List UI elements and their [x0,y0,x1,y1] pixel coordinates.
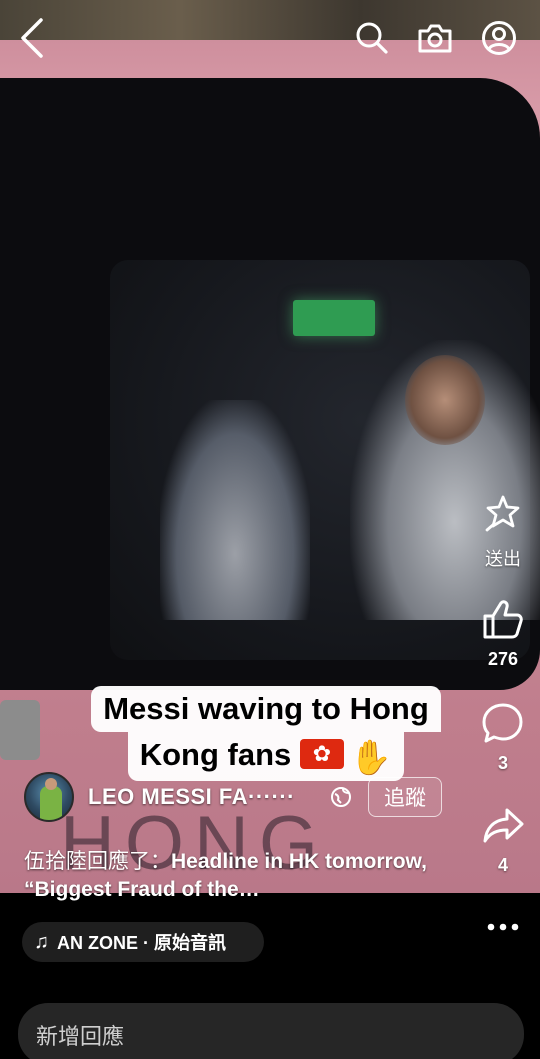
audio-track-pill[interactable]: ♫ AN ZONE · 原始音訊 [22,922,264,962]
send-action[interactable]: 送出 [476,494,530,571]
search-icon [356,22,388,54]
globe-icon [331,787,351,807]
passenger-face [405,355,485,445]
camera-icon [418,24,452,53]
forward-action[interactable]: 4 [476,806,530,876]
send-label: 送出 [485,549,521,569]
hong-kong-flag-icon [299,739,344,769]
comment-action[interactable]: 3 [476,702,530,774]
comment-input[interactable]: 新增回應 [18,1003,524,1059]
profile-button[interactable] [479,18,519,58]
video-top-strip [0,0,540,40]
comment-count: 3 [497,753,508,773]
caption-line-1: Messi waving to Hong [91,686,441,732]
like-count: 276 [487,649,519,669]
avatar-head [45,778,57,790]
back-arrow-icon [21,18,43,58]
caption-line-2: Kong fans [139,737,292,772]
exit-sign [293,300,375,336]
music-note-icon: ♫ [34,930,49,953]
back-button[interactable] [12,18,52,58]
comment-bubble-icon [482,703,523,743]
avatar-figure [40,786,62,820]
sparkle-share-icon [485,495,520,532]
forward-arrow-icon [483,808,524,843]
follow-button[interactable]: 追蹤 [368,777,442,817]
more-options-button[interactable] [480,912,526,942]
post-description[interactable]: 伍拾陸回應了：Headline in HK tomorrow, “Biggest… [24,848,464,904]
waving-hand-icon: ✋ [349,739,393,777]
caption-line-2-wrap: Kong fans ✋ [127,732,405,781]
more-dots-icon [487,923,519,931]
avatar[interactable] [24,772,74,822]
thumbs-up-icon [483,600,523,639]
author-name[interactable]: LEO MESSI FA······ [88,784,295,810]
bus-panel [0,700,40,760]
search-button[interactable] [352,18,392,58]
comment-input-placeholder: 新增回應 [36,1024,125,1049]
video-caption: Messi waving to Hong Kong fans ✋ [62,686,470,781]
camera-button[interactable] [415,18,455,58]
forward-count: 4 [497,855,508,875]
reply-prefix: 伍拾陸回應了： [24,850,171,873]
audio-track-label: AN ZONE · 原始音訊 [57,933,226,953]
passenger-left [160,400,310,620]
profile-icon [482,21,516,55]
like-action[interactable]: 276 [476,598,530,670]
